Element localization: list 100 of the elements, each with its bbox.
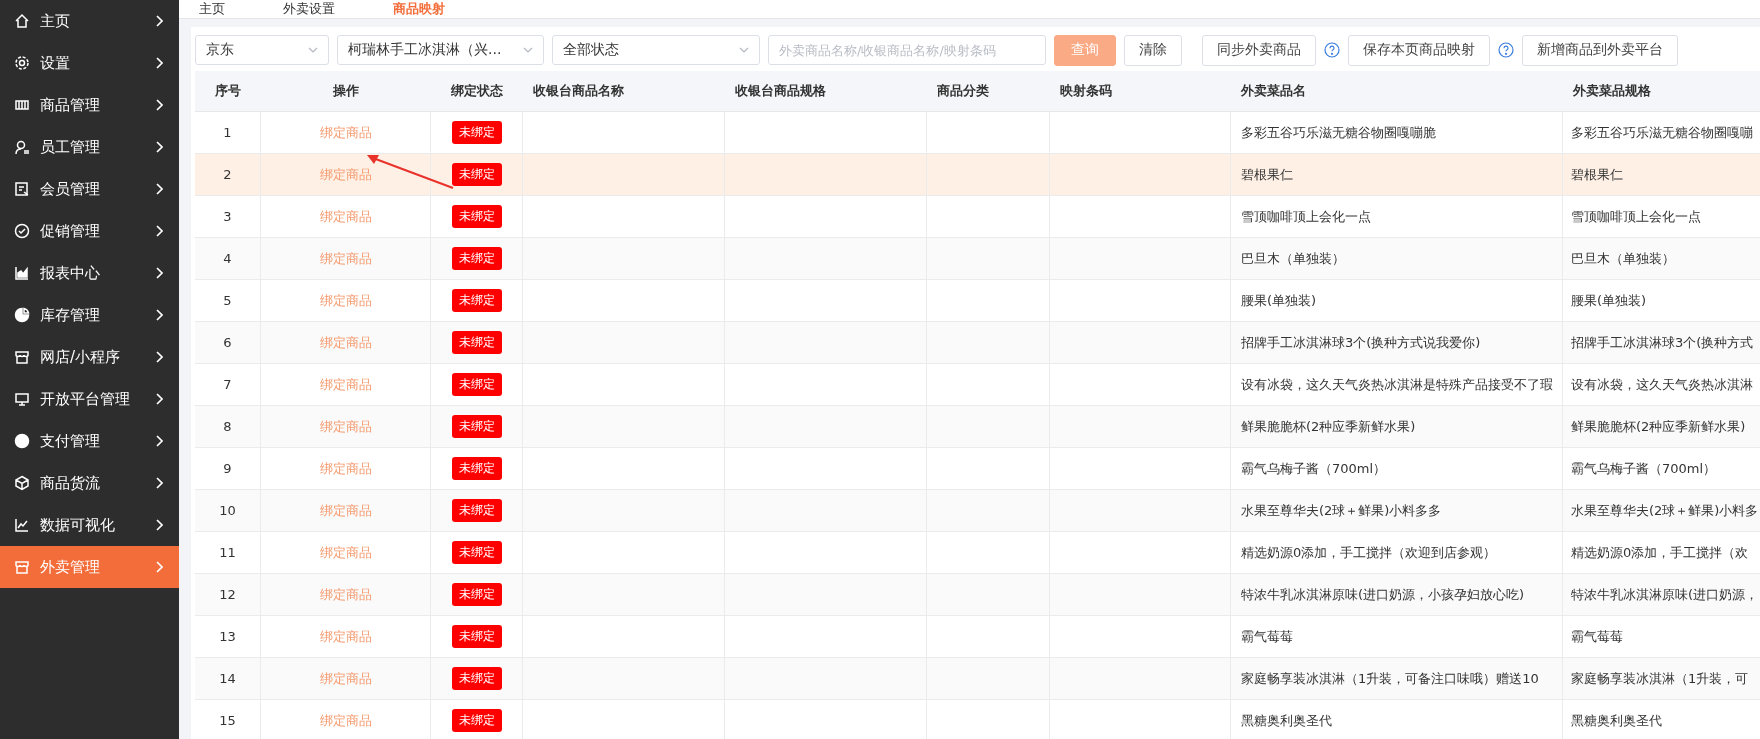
add-product-button[interactable]: 新增商品到外卖平台 — [1522, 34, 1678, 66]
status-badge: 未绑定 — [451, 205, 502, 228]
status-badge: 未绑定 — [451, 541, 502, 564]
store-select[interactable]: 柯瑞林手工冰淇淋（兴... — [337, 35, 544, 65]
chevron-right-icon — [155, 267, 163, 279]
sidebar-item[interactable]: 支付管理 — [0, 420, 179, 462]
sidebar-item[interactable]: 数据可视化 — [0, 504, 179, 546]
chevron-right-icon — [155, 57, 163, 69]
tab[interactable]: 主页 — [199, 0, 225, 18]
table-cell: 精选奶源0添加，手工搅拌（欢 — [1571, 543, 1749, 562]
column-header: 外卖菜品规格 — [1573, 82, 1651, 100]
row-number: 4 — [223, 251, 232, 266]
row-number: 7 — [223, 377, 232, 392]
save-mapping-button[interactable]: 保存本页商品映射 — [1348, 34, 1490, 66]
table-cell: 巴旦木（单独装） — [1241, 249, 1345, 268]
caret-icon — [308, 47, 318, 53]
table-cell: 家庭畅享装冰淇淋（1升装，可备注口味哦）赠送10 — [1241, 669, 1539, 688]
chevron-right-icon — [155, 477, 163, 489]
status-badge: 未绑定 — [451, 289, 502, 312]
shop-icon — [14, 559, 30, 575]
home-icon — [14, 13, 30, 29]
table-cell: 黑糖奥利奥圣代 — [1241, 711, 1332, 730]
table-cell: 水果至尊华夫(2球＋鲜果)小料多多 — [1241, 501, 1442, 520]
sidebar-item[interactable]: 开放平台管理 — [0, 378, 179, 420]
status-badge: 未绑定 — [451, 163, 502, 186]
row-number: 3 — [223, 209, 232, 224]
sidebar-item[interactable]: 网店/小程序 — [0, 336, 179, 378]
column-header: 操作 — [333, 82, 359, 100]
table-cell: 霸气莓莓 — [1571, 627, 1623, 646]
table-cell: 特浓牛乳冰淇淋原味(进口奶源，小孩孕妇放心吃) — [1241, 585, 1525, 604]
table-cell: 特浓牛乳冰淇淋原味(进口奶源， — [1571, 585, 1759, 604]
chevron-right-icon — [155, 309, 163, 321]
caret-icon — [739, 47, 749, 53]
tab[interactable]: 外卖设置 — [283, 0, 335, 18]
row-number: 12 — [219, 587, 236, 602]
gear-icon — [14, 55, 30, 71]
sidebar-item[interactable]: 设置 — [0, 42, 179, 84]
clear-button[interactable]: 清除 — [1124, 34, 1182, 66]
table-cell: 水果至尊华夫(2球＋鲜果)小料多 — [1571, 501, 1759, 520]
chevron-right-icon — [155, 99, 163, 111]
table-cell: 设有冰袋，这久天气炎热冰淇淋 — [1571, 375, 1753, 394]
sidebar-item[interactable]: 商品货流 — [0, 462, 179, 504]
sidebar-item[interactable]: 库存管理 — [0, 294, 179, 336]
status-badge: 未绑定 — [451, 625, 502, 648]
sidebar-item[interactable]: 商品管理 — [0, 84, 179, 126]
row-number: 2 — [223, 167, 232, 182]
column-header: 映射条码 — [1060, 82, 1112, 100]
check-circle-icon — [14, 223, 30, 239]
chevron-right-icon — [155, 561, 163, 573]
table-cell: 腰果(单独装) — [1241, 291, 1317, 310]
chevron-right-icon — [155, 435, 163, 447]
sidebar-item[interactable]: 报表中心 — [0, 252, 179, 294]
column-header: 绑定状态 — [451, 82, 503, 100]
table-cell: 碧根果仁 — [1241, 165, 1293, 184]
row-number: 5 — [223, 293, 232, 308]
sidebar-item[interactable]: 促销管理 — [0, 210, 179, 252]
table-cell: 招牌手工冰淇淋球3个(换种方式 — [1571, 333, 1754, 352]
row-number: 13 — [219, 629, 236, 644]
status-badge: 未绑定 — [451, 331, 502, 354]
table-cell: 雪顶咖啡顶上会化一点 — [1571, 207, 1701, 226]
row-number: 14 — [219, 671, 236, 686]
status-badge: 未绑定 — [451, 373, 502, 396]
chevron-right-icon — [155, 183, 163, 195]
platform-select[interactable]: 京东 — [195, 35, 329, 65]
table-cell: 家庭畅享装冰淇淋（1升装，可 — [1571, 669, 1749, 688]
bar-chart-icon — [14, 265, 30, 281]
search-field[interactable]: 外卖商品名称/收银商品名称/映射条码 — [768, 35, 1046, 65]
chevron-right-icon — [155, 393, 163, 405]
status-select[interactable]: 全部状态 — [552, 35, 760, 65]
table-cell: 霸气莓莓 — [1241, 627, 1293, 646]
chevron-right-icon — [155, 141, 163, 153]
chevron-right-icon — [155, 15, 163, 27]
sync-button[interactable]: 同步外卖商品 — [1202, 34, 1316, 66]
row-number: 9 — [223, 461, 232, 476]
sidebar-item[interactable]: 主页 — [0, 0, 179, 42]
help-icon[interactable] — [1324, 42, 1340, 58]
help-icon[interactable] — [1498, 42, 1514, 58]
column-header: 收银台商品名称 — [533, 82, 624, 100]
row-number: 8 — [223, 419, 232, 434]
table-cell: 霸气乌梅子酱（700ml） — [1571, 459, 1717, 478]
status-badge: 未绑定 — [451, 499, 502, 522]
table-cell: 精选奶源0添加，手工搅拌（欢迎到店参观） — [1241, 543, 1497, 562]
cube-icon — [14, 475, 30, 491]
sidebar-item[interactable]: 会员管理 — [0, 168, 179, 210]
line-chart-icon — [14, 517, 30, 533]
table-cell: 鲜果脆脆杯(2种应季新鲜水果) — [1241, 417, 1416, 436]
table-cell: 招牌手工冰淇淋球3个(换种方式说我爱你) — [1241, 333, 1481, 352]
monitor-icon — [14, 391, 30, 407]
row-number: 15 — [219, 713, 236, 728]
person-icon — [14, 139, 30, 155]
table-cell: 腰果(单独装) — [1571, 291, 1647, 310]
sidebar-item[interactable]: 员工管理 — [0, 126, 179, 168]
pie-chart-icon — [14, 307, 30, 323]
table-cell: 巴旦木（单独装） — [1571, 249, 1675, 268]
table-cell: 雪顶咖啡顶上会化一点 — [1241, 207, 1371, 226]
status-badge: 未绑定 — [451, 121, 502, 144]
table-cell: 碧根果仁 — [1571, 165, 1623, 184]
table-cell: 设有冰袋，这久天气炎热冰淇淋是特殊产品接受不了瑕 — [1241, 375, 1553, 394]
chevron-right-icon — [155, 225, 163, 237]
status-badge: 未绑定 — [451, 583, 502, 606]
